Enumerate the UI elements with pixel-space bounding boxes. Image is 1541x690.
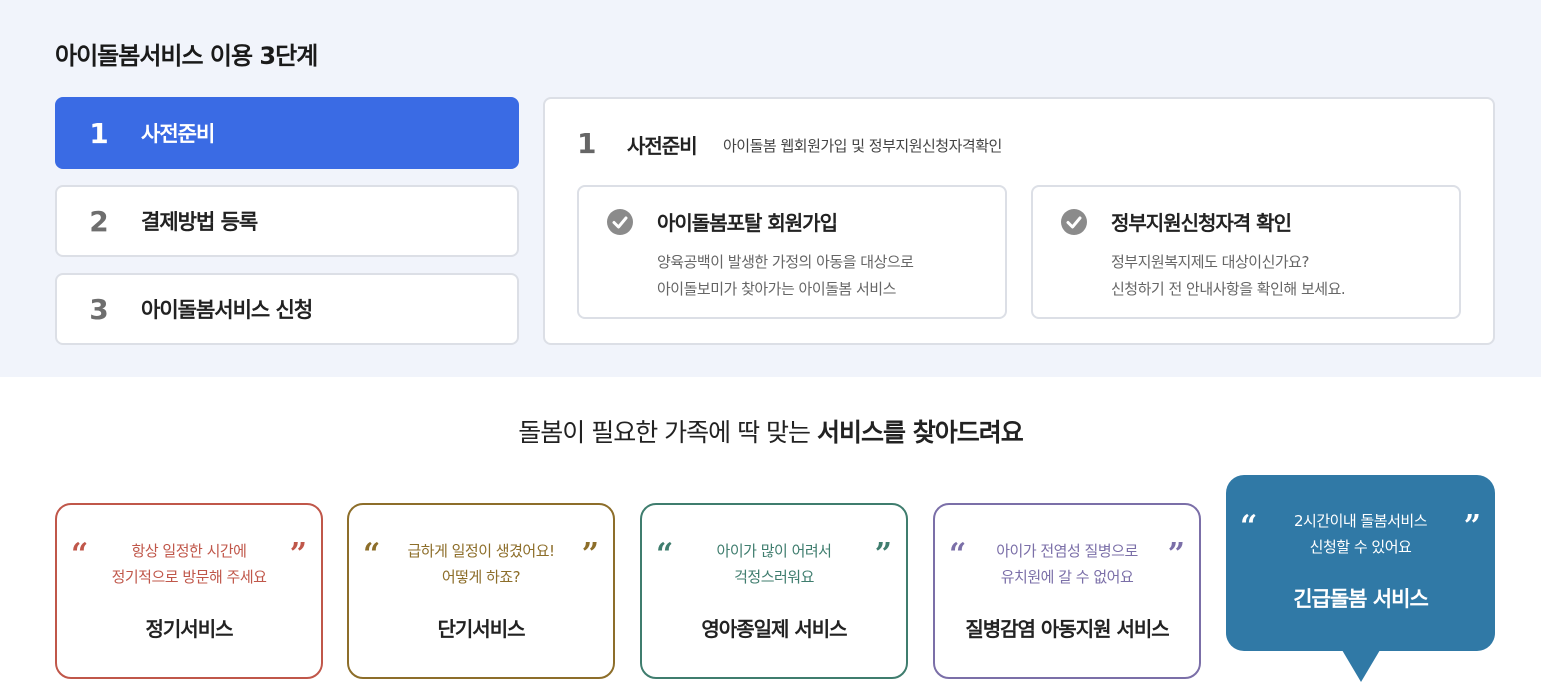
services-heading: 돌봄이 필요한 가족에 딱 맞는 서비스를 찾아드려요 bbox=[0, 413, 1541, 449]
service-quote-line: 유치원에 갈 수 없어요 bbox=[1000, 568, 1134, 586]
service-quote-line: 어떻게 하죠? bbox=[441, 568, 521, 586]
detail-title: 사전준비 bbox=[627, 134, 698, 158]
step-label: 결제방법 등록 bbox=[141, 210, 258, 234]
service-card-emergency[interactable]: “ ” 2시간이내 돌봄서비스 신청할 수 있어요 긴급돌봄 서비스 bbox=[1226, 475, 1495, 651]
info-card-line: 정부지원복지제도 대상이신가요? bbox=[1111, 253, 1309, 271]
service-quote-line: 아이가 많이 어려서 bbox=[716, 542, 832, 560]
service-card-illness[interactable]: “ ” 아이가 전염성 질병으로 유치원에 갈 수 없어요 질병감염 아동지원 … bbox=[933, 503, 1201, 679]
service-quote-line: 항상 일정한 시간에 bbox=[131, 542, 247, 560]
service-name: 정기서비스 bbox=[145, 617, 234, 641]
step-tab-2[interactable]: 2 결제방법 등록 bbox=[55, 185, 519, 257]
step-label: 아이돌봄서비스 신청 bbox=[141, 298, 313, 322]
info-card-title: 아이돌봄포탈 회원가입 bbox=[657, 211, 838, 235]
service-card-short-term[interactable]: “ ” 급하게 일정이 생겼어요! 어떻게 하죠? 단기서비스 bbox=[347, 503, 615, 679]
heading-normal: 돌봄이 필요한 가족에 딱 맞는 bbox=[518, 418, 818, 447]
service-quote-line: 2시간이내 돌봄서비스 bbox=[1293, 512, 1428, 530]
service-name: 질병감염 아동지원 서비스 bbox=[965, 617, 1169, 641]
info-card-title: 정부지원신청자격 확인 bbox=[1111, 211, 1292, 235]
check-circle-icon bbox=[1061, 209, 1087, 235]
service-card-regular[interactable]: “ ” 항상 일정한 시간에 정기적으로 방문해 주세요 정기서비스 bbox=[55, 503, 323, 679]
service-quote-line: 정기적으로 방문해 주세요 bbox=[111, 568, 267, 586]
info-card-line: 아이돌보미가 찾아가는 아이돌봄 서비스 bbox=[657, 280, 896, 298]
info-card-signup[interactable]: 아이돌봄포탈 회원가입 양육공백이 발생한 가정의 아동을 대상으로 아이돌보미… bbox=[577, 185, 1007, 319]
service-quote-line: 아이가 전염성 질병으로 bbox=[996, 542, 1138, 560]
check-circle-icon bbox=[607, 209, 633, 235]
info-card-line: 신청하기 전 안내사항을 확인해 보세요. bbox=[1111, 280, 1346, 298]
info-card-line: 양육공백이 발생한 가정의 아동을 대상으로 bbox=[657, 253, 914, 271]
info-card-eligibility[interactable]: 정부지원신청자격 확인 정부지원복지제도 대상이신가요? 신청하기 전 안내사항… bbox=[1031, 185, 1461, 319]
step-number: 3 bbox=[89, 292, 109, 326]
service-quote-line: 걱정스러워요 bbox=[734, 568, 814, 586]
step-label: 사전준비 bbox=[141, 122, 215, 146]
service-name: 영아종일제 서비스 bbox=[701, 617, 847, 641]
step-number: 1 bbox=[89, 116, 109, 150]
step-tab-1[interactable]: 1 사전준비 bbox=[55, 97, 519, 169]
service-card-infant[interactable]: “ ” 아이가 많이 어려서 걱정스러워요 영아종일제 서비스 bbox=[640, 503, 908, 679]
service-name: 단기서비스 bbox=[437, 617, 526, 641]
detail-step-number: 1 bbox=[577, 127, 597, 160]
service-name: 긴급돌봄 서비스 bbox=[1293, 587, 1429, 611]
service-quote-line: 신청할 수 있어요 bbox=[1309, 538, 1412, 556]
heading-bold: 서비스를 찾아드려요 bbox=[817, 418, 1024, 447]
step-detail-panel: 1 사전준비 아이돌봄 웹회원가입 및 정부지원신청자격확인 아이돌봄포탈 회원… bbox=[543, 97, 1495, 345]
step-number: 2 bbox=[89, 204, 109, 238]
speech-pointer-icon bbox=[1342, 650, 1380, 682]
step-tab-3[interactable]: 3 아이돌봄서비스 신청 bbox=[55, 273, 519, 345]
steps-section: 아이돌봄서비스 이용 3단계 1 사전준비 2 결제방법 등록 3 아이돌봄서비… bbox=[0, 0, 1541, 377]
service-quote-line: 급하게 일정이 생겼어요! bbox=[407, 542, 555, 560]
section-title: 아이돌봄서비스 이용 3단계 bbox=[55, 42, 318, 70]
detail-description: 아이돌봄 웹회원가입 및 정부지원신청자격확인 bbox=[723, 137, 1002, 155]
